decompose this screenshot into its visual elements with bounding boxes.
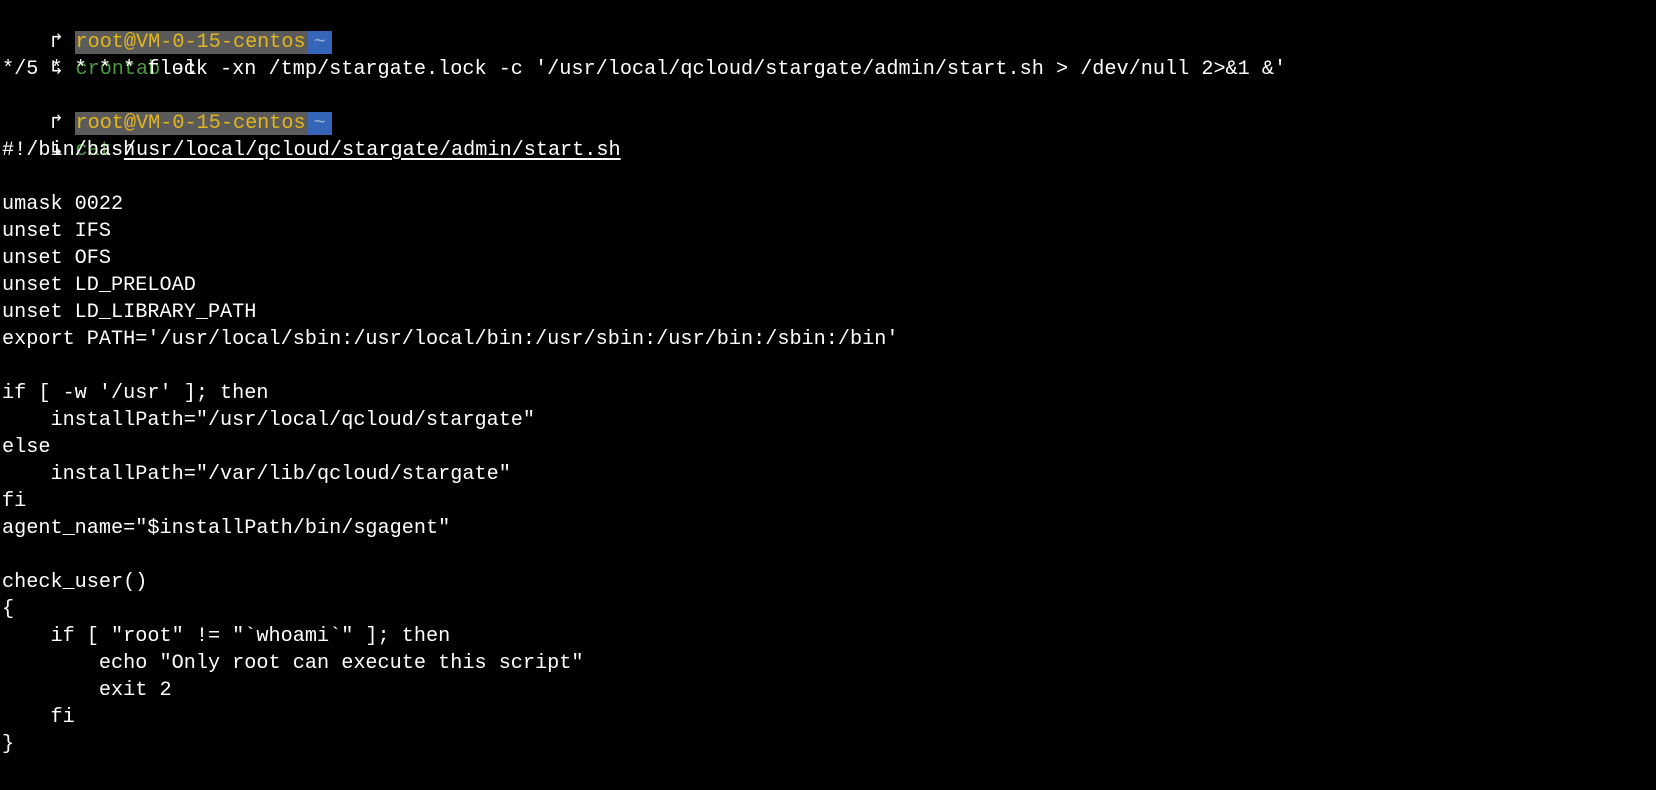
- script-line: export PATH='/usr/local/sbin:/usr/local/…: [2, 328, 899, 351]
- script-line: if [ "root" != "`whoami`" ]; then: [2, 625, 451, 648]
- script-line: agent_name="$installPath/bin/sgagent": [2, 517, 451, 540]
- script-line: }: [2, 733, 15, 756]
- terminal-window[interactable]: ↱ root@VM-0-15-centos ~ ↳ crontab -l */5 * …: [0, 0, 1656, 758]
- command-line: ↳ crontab -l: [2, 29, 1656, 81]
- script-line: installPath="/var/lib/qcloud/stargate": [2, 463, 511, 486]
- script-line: [2, 353, 1656, 380]
- script-line: unset LD_LIBRARY_PATH: [2, 301, 257, 324]
- script-line: exit 2: [2, 679, 172, 702]
- script-line: fi: [2, 706, 75, 729]
- prompt-line: ↱ root@VM-0-15-centos ~: [2, 83, 1656, 135]
- command-line: ↳ cat /usr/local/qcloud/stargate/admin/st…: [2, 110, 1656, 162]
- script-line: check_user(): [2, 571, 148, 594]
- prompt-line: ↱ root@VM-0-15-centos ~: [2, 2, 1656, 54]
- script-line: installPath="/usr/local/qcloud/stargate": [2, 409, 536, 432]
- script-line: [2, 164, 1656, 191]
- script-line: unset IFS: [2, 220, 112, 243]
- script-line: #!/bin/bash: [2, 139, 136, 162]
- script-line: unset OFS: [2, 247, 112, 270]
- script-line: {: [2, 598, 15, 621]
- script-line: fi: [2, 490, 27, 513]
- script-line: umask 0022: [2, 193, 124, 216]
- script-line: unset LD_PRELOAD: [2, 274, 196, 297]
- script-line: else: [2, 436, 51, 459]
- script-line: if [ -w '/usr' ]; then: [2, 382, 269, 405]
- script-line: echo "Only root can execute this script": [2, 652, 584, 675]
- script-line: [2, 542, 1656, 569]
- crontab-output: */5 * * * * flock -xn /tmp/stargate.lock…: [2, 58, 1287, 81]
